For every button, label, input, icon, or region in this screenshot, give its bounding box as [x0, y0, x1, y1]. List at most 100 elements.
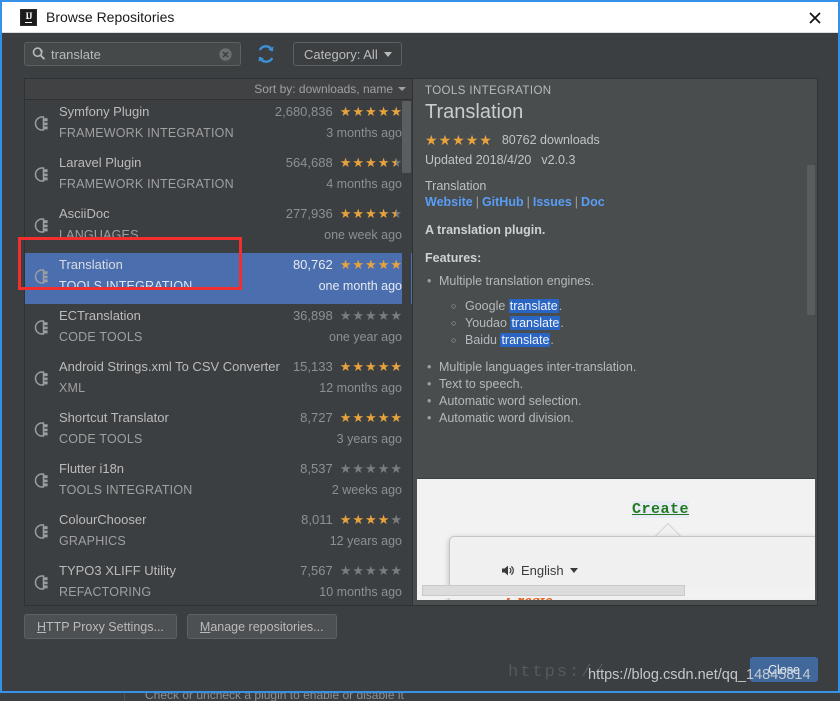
- detail-link-github[interactable]: GitHub: [482, 195, 524, 209]
- category-filter-label: Category: All: [304, 46, 378, 62]
- scrollbar-thumb[interactable]: [402, 101, 411, 173]
- star-icon: ★: [390, 512, 402, 527]
- star-icon: ★: [390, 410, 402, 425]
- star-icon: ★: [452, 131, 465, 148]
- plugin-category: FRAMEWORK INTEGRATION: [59, 177, 234, 191]
- plugin-row-meta: 8,727 ★ ★ ★ ★ ★: [300, 410, 402, 425]
- star-icon: ★: [377, 563, 390, 578]
- clear-icon[interactable]: [218, 47, 233, 62]
- plugin-list-item[interactable]: Symfony Plugin 2,680,836 ★ ★ ★ ★ ★ FRAMEWORK IN…: [25, 100, 412, 151]
- plugin-row-bottom: FRAMEWORK INTEGRATION 4 months ago: [59, 177, 402, 199]
- http-proxy-mnemonic: H: [37, 619, 47, 634]
- plugin-icon: [33, 217, 53, 235]
- toolbar: Category: All: [2, 33, 838, 75]
- plugin-row-top: ColourChooser 8,011 ★ ★ ★ ★ ★: [59, 512, 402, 534]
- feature-item: Multiple languages inter-translation.: [425, 359, 805, 376]
- detail-links[interactable]: Website | GitHub | Issues | Doc: [425, 195, 805, 209]
- plugin-list-item[interactable]: AsciiDoc 277,936 ★ ★ ★ ★ ★ LANGUAGES one week ag…: [25, 202, 412, 253]
- plugin-name: ECTranslation: [59, 308, 141, 323]
- plugin-downloads: 36,898: [292, 308, 333, 323]
- plugin-list-item[interactable]: ColourChooser 8,011 ★ ★ ★ ★ ★ GRAPHICS 12 years …: [25, 508, 412, 559]
- scrollbar-thumb[interactable]: [422, 585, 685, 596]
- manage-repositories-button[interactable]: Manage repositories...: [186, 614, 337, 639]
- plugin-row-meta: 564,688 ★ ★ ★ ★ ★: [286, 155, 402, 170]
- plugin-category: LANGUAGES: [59, 228, 139, 242]
- plugin-icon: [33, 523, 53, 541]
- category-filter-button[interactable]: Category: All: [293, 42, 402, 66]
- plugin-row-top: Translation 80,762 ★ ★ ★ ★ ★: [59, 257, 402, 279]
- plugin-name: ColourChooser: [59, 512, 147, 527]
- plugin-row-bottom: GRAPHICS 12 years ago: [59, 534, 402, 556]
- star-icon: ★: [339, 410, 352, 425]
- plugin-icon: [33, 268, 53, 286]
- plugin-row-meta: 15,133 ★ ★ ★ ★ ★: [293, 359, 402, 374]
- link-separator: |: [526, 195, 530, 209]
- plugin-icon: [33, 421, 53, 439]
- link-separator: |: [475, 195, 479, 209]
- star-icon: ★: [377, 104, 390, 119]
- plugin-downloads: 7,567: [300, 563, 333, 578]
- star-icon: ★: [339, 104, 352, 119]
- plugin-list-item[interactable]: Translation 80,762 ★ ★ ★ ★ ★ TOOLS INTEGRATION o…: [25, 253, 412, 304]
- star-icon: ★: [377, 257, 390, 272]
- preview-language-label: English: [521, 563, 564, 578]
- refresh-icon[interactable]: [255, 43, 277, 65]
- plugin-rating-stars: ★ ★ ★ ★ ★: [340, 105, 402, 118]
- plugin-list-item[interactable]: Android Strings.xml To CSV Converter 15,1…: [25, 355, 412, 406]
- http-proxy-settings-button[interactable]: HTTP Proxy Settings...: [24, 614, 177, 639]
- plugin-list-item[interactable]: Laravel Plugin 564,688 ★ ★ ★ ★ ★ FRAMEWORK INTE…: [25, 151, 412, 202]
- sort-by-button[interactable]: Sort by: downloads, name: [25, 79, 412, 100]
- star-icon: ★: [365, 155, 377, 170]
- star-icon: ★: [377, 512, 390, 527]
- detail-updated: Updated 2018/4/20: [425, 153, 532, 167]
- star-icon: ★: [352, 206, 365, 221]
- plugin-row-meta: 2,680,836 ★ ★ ★ ★ ★: [275, 104, 402, 119]
- screen: Check or uncheck a plugin to enable or d…: [0, 0, 840, 701]
- star-icon: ★: [365, 359, 377, 374]
- search-field[interactable]: [24, 42, 241, 66]
- star-icon: ★: [352, 257, 365, 272]
- star-icon: ★: [377, 155, 390, 170]
- plugin-category: GRAPHICS: [59, 534, 126, 548]
- plugin-list-item[interactable]: Shortcut Translator 8,727 ★ ★ ★ ★ ★ CODE TOOLS 3…: [25, 406, 412, 457]
- plugin-rating-stars: ★ ★ ★ ★ ★: [340, 258, 402, 271]
- plugin-row-top: AsciiDoc 277,936 ★ ★ ★ ★ ★: [59, 206, 402, 228]
- plugin-list-scrollbar[interactable]: [402, 101, 411, 605]
- search-input[interactable]: [51, 46, 211, 62]
- detail-link-doc[interactable]: Doc: [581, 195, 605, 209]
- star-icon: ★: [352, 359, 365, 374]
- plugin-downloads: 8,727: [300, 410, 333, 425]
- plugin-downloads: 277,936: [285, 206, 333, 221]
- close-icon[interactable]: [806, 9, 824, 27]
- preview-horizontal-scrollbar[interactable]: [417, 585, 815, 598]
- plugin-downloads: 8,537: [300, 461, 333, 476]
- plugin-list-item[interactable]: Flutter i18n 8,537 ★ ★ ★ ★ ★ TOOLS INTEGRATION 2…: [25, 457, 412, 508]
- detail-scrollbar-thumb[interactable]: [807, 165, 815, 315]
- plugin-row-meta: 80,762 ★ ★ ★ ★ ★: [293, 257, 402, 272]
- plugin-list-item[interactable]: TYPO3 XLIFF Utility 7,567 ★ ★ ★ ★ ★ REFACTORING…: [25, 559, 412, 605]
- plugin-icon: [33, 574, 53, 592]
- plugin-icon: [33, 115, 53, 133]
- star-icon: ★: [339, 206, 352, 221]
- star-icon: ★: [365, 257, 377, 272]
- sort-by-label: Sort by: downloads, name: [254, 82, 393, 96]
- detail-link-issues[interactable]: Issues: [533, 195, 572, 209]
- plugin-list-item[interactable]: ECTranslation 36,898 ★ ★ ★ ★ ★ CODE TOOLS one ye…: [25, 304, 412, 355]
- preview-language-selector: English: [500, 563, 578, 578]
- star-icon: ★: [339, 563, 352, 578]
- plugin-row-meta: 36,898 ★ ★ ★ ★ ★: [293, 308, 402, 323]
- star-icon: ★: [339, 461, 352, 476]
- star-icon: ★: [390, 563, 402, 578]
- plugin-name: Translation: [59, 257, 123, 272]
- detail-link-website[interactable]: Website: [425, 195, 473, 209]
- detail-version: v2.0.3: [541, 153, 576, 167]
- plugin-row-meta: 8,537 ★ ★ ★ ★ ★: [300, 461, 402, 476]
- star-icon: ★: [339, 512, 352, 527]
- watermark-url: https://blog.csdn.net/qq_14845814: [588, 667, 811, 683]
- window-title: Browse Repositories: [46, 9, 175, 25]
- plugin-updated: one week ago: [324, 228, 402, 242]
- star-icon: ★: [377, 206, 390, 221]
- chevron-down-icon: [398, 87, 406, 91]
- main-split: Sort by: downloads, name Symfony Plugin 2…: [24, 78, 818, 606]
- plugin-list[interactable]: Symfony Plugin 2,680,836 ★ ★ ★ ★ ★ FRAMEWORK IN…: [25, 100, 412, 605]
